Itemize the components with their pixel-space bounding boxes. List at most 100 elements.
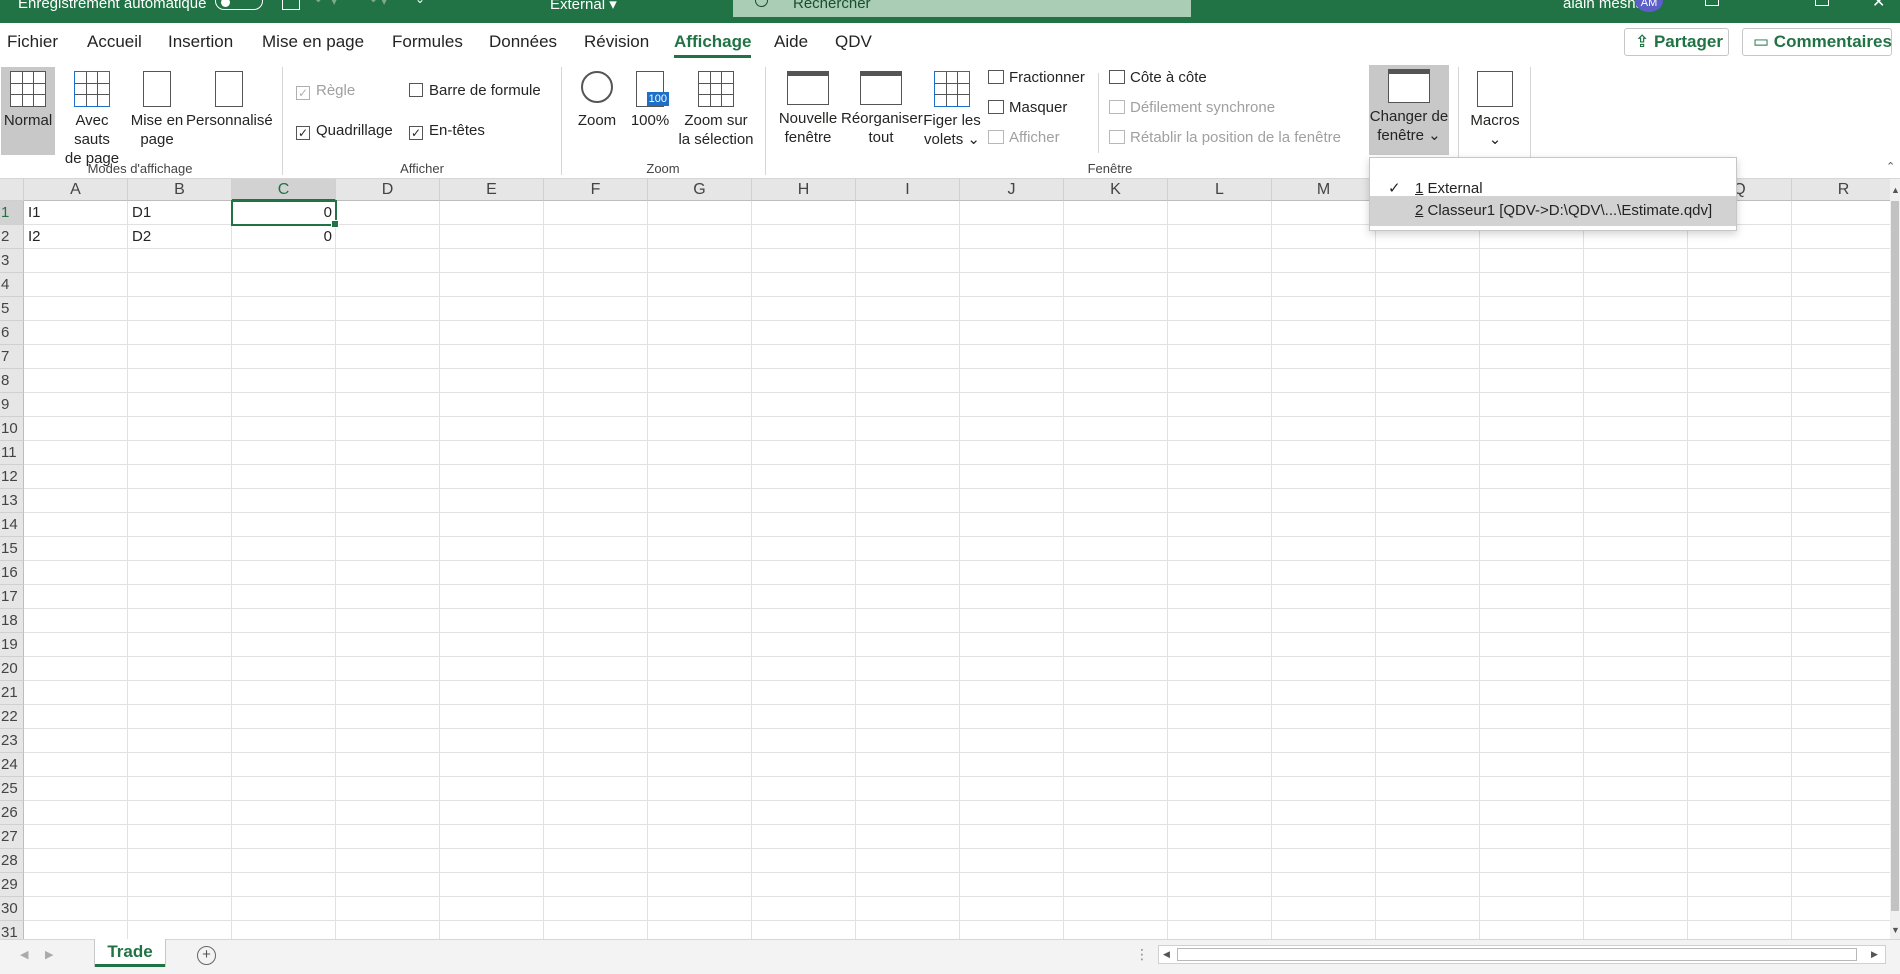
row-header[interactable]: 13 bbox=[0, 489, 24, 513]
save-icon[interactable] bbox=[282, 0, 300, 10]
freeze-panes-button[interactable]: Figer les volets ⌄ bbox=[921, 67, 983, 155]
hide-button[interactable]: Masquer bbox=[988, 99, 1067, 116]
row-header[interactable]: 4 bbox=[0, 273, 24, 297]
row-header[interactable]: 6 bbox=[0, 321, 24, 345]
column-header[interactable]: D bbox=[336, 179, 440, 201]
formula-bar-checkbox[interactable]: Barre de formule bbox=[409, 82, 541, 99]
tab-donnees[interactable]: Données bbox=[489, 32, 557, 52]
tab-revision[interactable]: Révision bbox=[584, 32, 649, 52]
quick-access-more-icon[interactable]: ⌄ bbox=[415, 0, 425, 6]
horizontal-scrollbar[interactable]: ◀ ▶ bbox=[1158, 945, 1886, 964]
row-header[interactable]: 24 bbox=[0, 753, 24, 777]
tab-qdv[interactable]: QDV bbox=[835, 32, 872, 52]
row-header[interactable]: 14 bbox=[0, 513, 24, 537]
row-header[interactable]: 26 bbox=[0, 801, 24, 825]
cell-b2[interactable]: D2 bbox=[128, 225, 232, 249]
cell-b1[interactable]: D1 bbox=[128, 201, 232, 225]
horizontal-scroll-thumb[interactable] bbox=[1177, 948, 1857, 961]
page-layout-view-button[interactable]: Mise en page bbox=[129, 67, 185, 155]
autosave-toggle[interactable] bbox=[215, 0, 263, 10]
select-all-corner[interactable] bbox=[0, 179, 24, 201]
tab-fichier[interactable]: Fichier bbox=[7, 32, 58, 52]
headings-checkbox[interactable]: ✓ En-têtes bbox=[409, 122, 485, 140]
unhide-button[interactable]: Afficher bbox=[988, 129, 1060, 146]
row-header[interactable]: 10 bbox=[0, 417, 24, 441]
cell-a1[interactable]: I1 bbox=[24, 201, 128, 225]
row-header[interactable]: 8 bbox=[0, 369, 24, 393]
side-by-side-button[interactable]: Côte à côte bbox=[1109, 69, 1207, 86]
row-header[interactable]: 11 bbox=[0, 441, 24, 465]
tab-mise-en-page[interactable]: Mise en page bbox=[262, 32, 364, 52]
sync-scroll-button[interactable]: Défilement synchrone bbox=[1109, 99, 1275, 116]
zoom-to-selection-button[interactable]: Zoom sur la sélection bbox=[676, 67, 756, 155]
split-button[interactable]: Fractionner bbox=[988, 69, 1085, 86]
comments-button[interactable]: ▭ Commentaires bbox=[1742, 28, 1892, 56]
gridlines-checkbox[interactable]: ✓ Quadrillage bbox=[296, 122, 393, 140]
normal-view-button[interactable]: Normal bbox=[1, 67, 55, 155]
row-header[interactable]: 22 bbox=[0, 705, 24, 729]
prev-sheet-icon[interactable]: ◀ bbox=[20, 948, 28, 961]
window-menu-item-classeur1[interactable]: 2 Classeur1 [QDV->D:\QDV\...\Estimate.qd… bbox=[1370, 196, 1736, 226]
maximize-icon[interactable] bbox=[1815, 0, 1829, 6]
arrange-all-button[interactable]: Réorganiser tout bbox=[841, 67, 923, 155]
share-button[interactable]: ⇪ Partager bbox=[1624, 28, 1729, 56]
tab-formules[interactable]: Formules bbox=[392, 32, 463, 52]
row-header[interactable]: 31 bbox=[0, 921, 24, 939]
column-header[interactable]: A bbox=[24, 179, 128, 201]
column-header[interactable]: B bbox=[128, 179, 232, 201]
collapse-ribbon-icon[interactable]: ⌃ bbox=[1886, 160, 1895, 173]
add-sheet-icon[interactable]: + bbox=[197, 946, 216, 965]
row-header[interactable]: 23 bbox=[0, 729, 24, 753]
column-header[interactable]: I bbox=[856, 179, 960, 201]
row-header[interactable]: 5 bbox=[0, 297, 24, 321]
column-header[interactable]: J bbox=[960, 179, 1064, 201]
row-header[interactable]: 9 bbox=[0, 393, 24, 417]
row-header[interactable]: 21 bbox=[0, 681, 24, 705]
scroll-up-icon[interactable]: ▲ bbox=[1891, 185, 1900, 195]
sheet-tab-trade[interactable]: Trade bbox=[95, 939, 165, 967]
spreadsheet-grid[interactable]: ABCDEFGHIJKLMNOPQR1234567891011121314151… bbox=[0, 179, 1890, 939]
cell-c2[interactable]: 0 bbox=[232, 225, 336, 249]
row-header[interactable]: 2 bbox=[0, 225, 24, 249]
row-header[interactable]: 28 bbox=[0, 849, 24, 873]
reset-window-position-button[interactable]: Rétablir la position de la fenêtre bbox=[1109, 129, 1341, 146]
row-header[interactable]: 12 bbox=[0, 465, 24, 489]
tab-aide[interactable]: Aide bbox=[774, 32, 808, 52]
ribbon-display-icon[interactable] bbox=[1705, 0, 1719, 6]
page-break-view-button[interactable]: Avec sauts de page bbox=[56, 67, 128, 167]
custom-views-button[interactable]: Personnalisé bbox=[186, 67, 273, 155]
row-header[interactable]: 30 bbox=[0, 897, 24, 921]
macros-button[interactable]: Macros ⌄ bbox=[1465, 67, 1525, 155]
row-header[interactable]: 29 bbox=[0, 873, 24, 897]
row-header[interactable]: 18 bbox=[0, 609, 24, 633]
next-sheet-icon[interactable]: ▶ bbox=[45, 948, 53, 961]
ruler-checkbox[interactable]: ✓ Règle bbox=[296, 82, 355, 100]
column-header[interactable]: H bbox=[752, 179, 856, 201]
scroll-down-icon[interactable]: ▼ bbox=[1891, 925, 1900, 935]
row-header[interactable]: 17 bbox=[0, 585, 24, 609]
tab-insertion[interactable]: Insertion bbox=[168, 32, 233, 52]
tab-accueil[interactable]: Accueil bbox=[87, 32, 142, 52]
search-box[interactable]: Rechercher bbox=[733, 0, 1191, 17]
tab-split-handle-icon[interactable]: ⋮ bbox=[1135, 946, 1149, 963]
cell-a2[interactable]: I2 bbox=[24, 225, 128, 249]
column-header[interactable]: L bbox=[1168, 179, 1272, 201]
row-header[interactable]: 7 bbox=[0, 345, 24, 369]
zoom-100-button[interactable]: 100 100% bbox=[627, 67, 673, 155]
column-header[interactable]: C bbox=[232, 179, 336, 201]
document-title[interactable]: External ▾ bbox=[550, 0, 617, 13]
zoom-button[interactable]: Zoom bbox=[571, 67, 623, 155]
column-header[interactable]: K bbox=[1064, 179, 1168, 201]
active-cell-selection[interactable] bbox=[231, 200, 339, 228]
column-header[interactable]: F bbox=[544, 179, 648, 201]
row-header[interactable]: 16 bbox=[0, 561, 24, 585]
row-header[interactable]: 25 bbox=[0, 777, 24, 801]
undo-icon[interactable]: ↶ ▾ bbox=[315, 0, 355, 8]
scroll-left-icon[interactable]: ◀ bbox=[1163, 949, 1170, 960]
column-header[interactable]: G bbox=[648, 179, 752, 201]
column-header[interactable]: E bbox=[440, 179, 544, 201]
switch-windows-button[interactable]: Changer de fenêtre ⌄ bbox=[1369, 65, 1449, 155]
row-header[interactable]: 3 bbox=[0, 249, 24, 273]
row-header[interactable]: 19 bbox=[0, 633, 24, 657]
vertical-scroll-thumb[interactable] bbox=[1891, 201, 1899, 911]
